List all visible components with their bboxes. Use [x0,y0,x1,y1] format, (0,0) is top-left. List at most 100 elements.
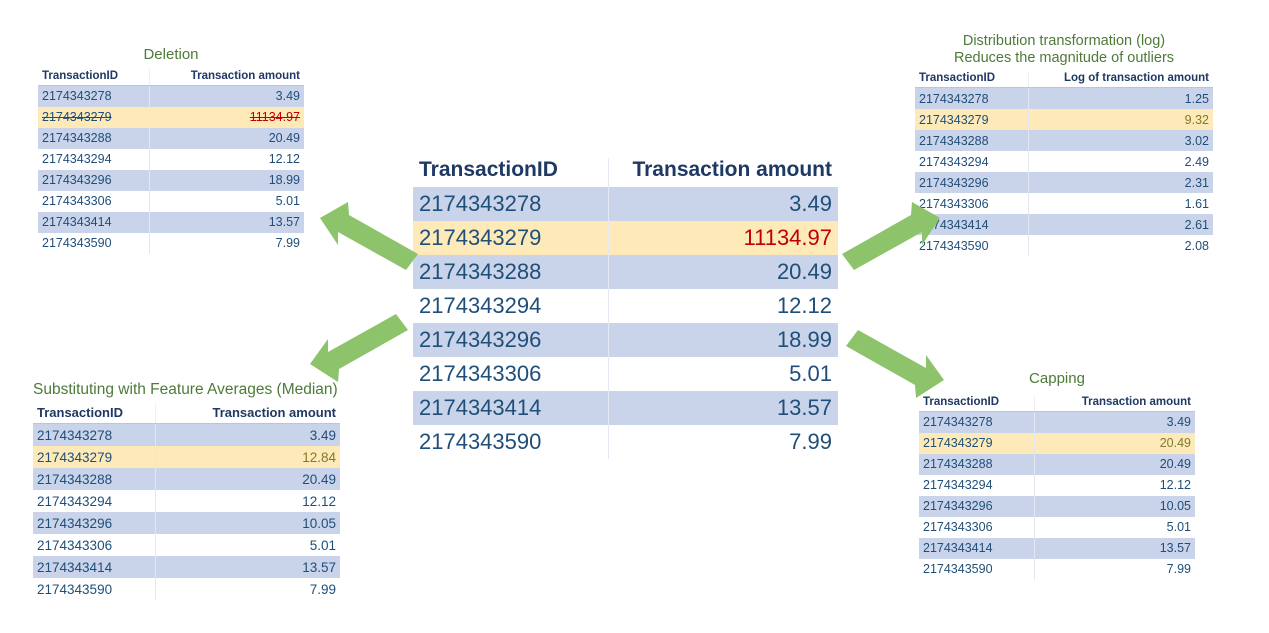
log-transform-table: TransactionID Log of transaction amount … [915,71,1213,257]
cell-transaction-amount: 12.84 [155,446,340,469]
cell-transaction-id: 2174343278 [413,187,609,221]
cell-transaction-id: 2174343414 [33,556,156,579]
cell-transaction-id: 2174343296 [33,512,156,535]
cell-transaction-amount: 20.49 [155,468,340,491]
table-header-row: TransactionID Log of transaction amount [915,71,1213,89]
column-header-transaction-amount: Transaction amount [608,158,838,187]
table-row: 2174343590 7.99 [33,578,340,601]
cell-transaction-amount: 7.99 [608,425,838,459]
deletion-title: Deletion [143,46,199,63]
main-source-table-block: TransactionID Transaction amount 2174343… [413,158,838,459]
median-substitution-title: Substituting with Feature Averages (Medi… [33,381,338,398]
table-row: 2174343278 1.25 [915,87,1213,110]
cell-transaction-amount: 20.49 [608,255,838,289]
table-row: 2174343590 2.08 [915,235,1213,257]
cell-transaction-amount: 11134.97 [608,221,838,255]
cell-transaction-amount: 10.05 [1034,495,1195,517]
cell-transaction-amount: 2.08 [1027,235,1213,257]
table-row: 2174343306 5.01 [33,534,340,557]
column-header-transaction-amount: Transaction amount [1034,394,1195,412]
table-row: 2174343279 12.84 [33,446,340,469]
cell-transaction-id: 2174343590 [413,425,609,459]
cell-transaction-id: 2174343296 [413,323,609,357]
column-header-transaction-id: TransactionID [38,68,150,86]
diagram-canvas: TransactionID Transaction amount 2174343… [0,0,1269,633]
capping-table-body: 2174343278 3.49 2174343279 20.49 2174343288 2… [919,411,1195,580]
cell-transaction-id: 2174343288 [919,453,1035,475]
cell-transaction-amount: 11134.97 [149,106,304,128]
table-row: 2174343414 13.57 [33,556,340,579]
table-row: 2174343414 2.61 [915,214,1213,236]
cell-transaction-amount: 3.02 [1027,130,1213,152]
table-header-row: TransactionID Transaction amount [38,68,304,86]
table-row: 2174343294 12.12 [38,148,304,170]
cell-transaction-amount: 13.57 [149,211,304,233]
log-transform-title: Distribution transformation (log) Reduce… [953,33,1175,67]
cell-transaction-id: 2174343590 [38,232,150,254]
cell-transaction-id: 2174343279 [915,109,1029,131]
cell-transaction-id: 2174343294 [915,151,1029,173]
table-row: 2174343278 3.49 [38,85,304,107]
cell-transaction-amount: 12.12 [1034,474,1195,496]
table-row: 2174343414 13.57 [38,211,304,233]
cell-transaction-id: 2174343306 [33,534,156,557]
cell-transaction-id: 2174343279 [919,432,1035,454]
column-header-transaction-id: TransactionID [915,71,1029,89]
table-row: 2174343296 10.05 [919,495,1195,517]
cell-transaction-id: 2174343296 [38,169,150,191]
cell-transaction-id: 2174343288 [38,127,150,149]
cell-transaction-id: 2174343306 [38,190,150,212]
table-row: 2174343288 20.49 [413,255,838,289]
log-transform-table-block: Distribution transformation (log) Reduce… [915,33,1213,257]
table-row: 2174343278 3.49 [919,411,1195,433]
cell-transaction-id: 2174343414 [38,211,150,233]
cell-transaction-amount: 13.57 [155,556,340,579]
column-header-transaction-id: TransactionID [919,394,1035,412]
table-header-row: TransactionID Transaction amount [33,404,340,425]
table-header-row: TransactionID Transaction amount [413,158,838,187]
cell-transaction-amount: 13.57 [1034,537,1195,559]
cell-transaction-amount: 12.12 [155,490,340,513]
cell-transaction-amount: 1.61 [1027,193,1213,215]
table-row: 2174343306 5.01 [919,516,1195,538]
cell-transaction-amount: 20.49 [149,127,304,149]
median-substitution-table-body: 2174343278 3.49 2174343279 12.84 2174343288 2… [33,423,340,601]
cell-transaction-amount: 5.01 [149,190,304,212]
cell-transaction-id: 2174343279 [33,446,156,469]
cell-transaction-amount: 1.25 [1027,87,1213,110]
table-row: 2174343278 3.49 [413,187,838,221]
cell-transaction-amount: 2.31 [1027,172,1213,194]
cell-transaction-id: 2174343288 [915,130,1029,152]
table-row: 2174343279 20.49 [919,432,1195,454]
cell-transaction-amount: 7.99 [1034,558,1195,580]
table-row: 2174343288 20.49 [38,127,304,149]
cell-transaction-amount: 2.61 [1027,214,1213,236]
cell-transaction-id: 2174343279 [413,221,609,255]
cell-transaction-id: 2174343278 [919,411,1035,433]
table-row: 2174343306 5.01 [38,190,304,212]
cell-transaction-amount: 18.99 [608,323,838,357]
table-header-row: TransactionID Transaction amount [919,394,1195,412]
cell-transaction-id: 2174343296 [915,172,1029,194]
cell-transaction-amount: 18.99 [149,169,304,191]
cell-transaction-id: 2174343306 [915,193,1029,215]
log-transform-table-body: 2174343278 1.25 2174343279 9.32 2174343288 3.… [915,87,1213,257]
deletion-table-body: 2174343278 3.49 2174343279 11134.97 21743432… [38,85,304,254]
table-row: 2174343294 12.12 [33,490,340,513]
deletion-table-block: Deletion TransactionID Transaction amoun… [38,46,304,254]
cell-transaction-id: 2174343288 [33,468,156,491]
cell-transaction-amount: 3.49 [608,187,838,221]
cell-transaction-amount: 7.99 [155,578,340,601]
cell-transaction-id: 2174343306 [919,516,1035,538]
cell-transaction-amount: 3.49 [1034,411,1195,433]
arrow-to-median-icon [310,314,408,382]
table-row: 2174343294 12.12 [919,474,1195,496]
table-row: 2174343590 7.99 [413,425,838,459]
column-header-log-of-amount: Log of transaction amount [1027,71,1213,89]
column-header-transaction-id: TransactionID [33,404,156,425]
cell-transaction-id: 2174343278 [33,423,156,447]
cell-transaction-amount: 10.05 [155,512,340,535]
cell-transaction-id: 2174343590 [919,558,1035,580]
table-row: 2174343294 2.49 [915,151,1213,173]
median-substitution-table-block: Substituting with Feature Averages (Medi… [33,381,340,601]
